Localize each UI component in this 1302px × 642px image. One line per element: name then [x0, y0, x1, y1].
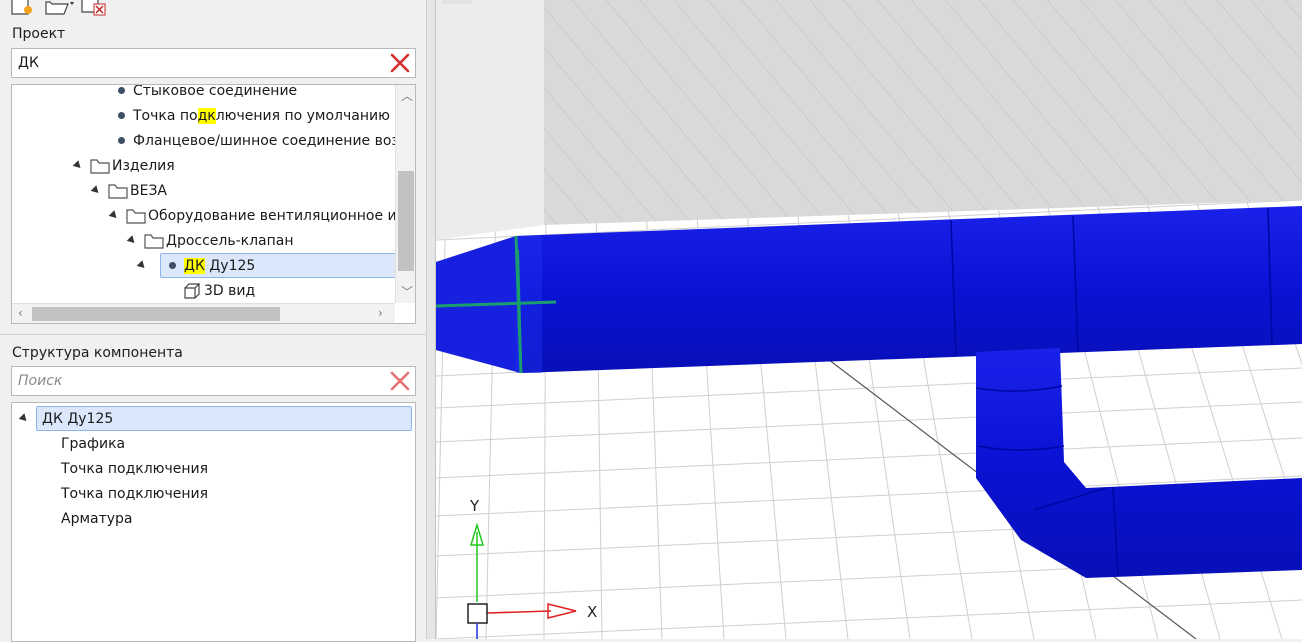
folder-icon: [90, 158, 110, 174]
structure-child-item[interactable]: Точка подключения: [61, 456, 208, 481]
structure-label: Структура компонента: [12, 345, 183, 361]
expand-arrow-wrapper[interactable]: [136, 253, 154, 278]
project-tree-item[interactable]: Изделия: [72, 153, 175, 178]
structure-root-row[interactable]: ДК Ду125: [18, 406, 412, 431]
cube-icon: [184, 282, 200, 299]
structure-child-item[interactable]: Точка подключения: [61, 481, 208, 506]
bullet-icon: [118, 112, 125, 119]
structure-root-label: ДК Ду125: [42, 410, 114, 427]
project-tree-item[interactable]: Точка подключения по умолчанию: [118, 103, 390, 128]
structure-search-clear-button[interactable]: [389, 371, 411, 391]
open-project-button[interactable]: [44, 0, 74, 16]
folder-icon: [144, 233, 164, 249]
structure-child-item[interactable]: Графика: [61, 431, 125, 456]
project-tree-item[interactable]: Фланцевое/шинное соединение возд: [118, 128, 409, 153]
project-tree-vscroll[interactable]: ︿ ﹀: [395, 85, 415, 303]
project-tree-hscroll[interactable]: ‹ ›: [12, 303, 395, 323]
project-tree-item[interactable]: ВЕЗА: [90, 178, 168, 203]
3d-scene: Y X: [436, 0, 1302, 639]
project-tree-item[interactable]: Оборудование вентиляционное и: [108, 203, 397, 228]
tree-item-label: 3D вид: [204, 282, 256, 299]
project-tree-item[interactable]: Дроссель-клапан: [126, 228, 294, 253]
tree-item-label: ДК Ду125: [184, 257, 256, 274]
tree-item-label: Стыковое соединение: [133, 84, 298, 99]
project-label: Проект: [12, 26, 66, 42]
axis-y-label: Y: [469, 497, 480, 515]
folder-icon: [126, 208, 146, 224]
expand-arrow-icon: [108, 210, 120, 221]
project-tree-item[interactable]: ДК Ду125: [160, 253, 400, 278]
expand-arrow-icon: [90, 185, 102, 196]
structure-child-label: Точка подключения: [61, 460, 209, 477]
bullet-icon: [169, 262, 176, 269]
structure-search-box: [11, 366, 416, 396]
folder-icon: [108, 183, 128, 199]
new-project-button[interactable]: [8, 0, 34, 16]
panel-separator: [0, 334, 426, 335]
clear-icon: [390, 53, 410, 73]
project-tree-item[interactable]: 3D вид: [182, 278, 255, 303]
project-search-box: [11, 48, 416, 78]
3d-viewport[interactable]: Y X: [436, 0, 1302, 639]
open-folder-icon: [45, 1, 74, 15]
tree-item-label: Точка подключения по умолчанию: [133, 107, 390, 124]
structure-tree[interactable]: ДК Ду125 Графика Точка подключения Точка…: [11, 402, 416, 642]
vscroll-thumb[interactable]: [398, 171, 414, 271]
tree-item-label: ВЕЗА: [130, 182, 168, 199]
axis-x-label: X: [587, 603, 597, 621]
tree-item-label: Оборудование вентиляционное и: [148, 207, 397, 224]
clear-icon: [390, 371, 410, 391]
expand-arrow-icon: [18, 413, 30, 424]
panel-splitter[interactable]: [426, 0, 436, 639]
tree-item-label: Дроссель-клапан: [166, 232, 294, 249]
structure-root-item[interactable]: ДК Ду125: [36, 406, 412, 431]
expand-arrow-icon: [72, 160, 84, 171]
project-search-input[interactable]: [18, 53, 378, 73]
structure-child-item[interactable]: Арматура: [61, 506, 133, 531]
project-tree-item[interactable]: Стыковое соединение: [118, 84, 298, 103]
tree-item-label: Изделия: [112, 157, 175, 174]
left-panel: Проект Стыковое соединение Точка подключе…: [0, 0, 426, 642]
expand-arrow-icon: [136, 260, 148, 271]
structure-child-label: Точка подключения: [61, 485, 209, 502]
project-toolbar: [8, 0, 106, 18]
project-search-clear-button[interactable]: [389, 53, 411, 73]
structure-child-label: Графика: [61, 435, 126, 452]
bullet-icon: [118, 137, 125, 144]
structure-search-input[interactable]: [18, 371, 378, 391]
structure-child-label: Арматура: [61, 510, 133, 527]
expand-arrow-icon: [126, 235, 138, 246]
project-tree[interactable]: Стыковое соединение Точка подключения по …: [11, 84, 416, 324]
new-project-icon: [11, 0, 32, 15]
bullet-icon: [118, 87, 125, 94]
tree-item-label: Фланцевое/шинное соединение возд: [133, 132, 409, 149]
hscroll-thumb[interactable]: [32, 307, 280, 321]
close-project-button[interactable]: [80, 0, 106, 16]
close-project-icon: [81, 0, 106, 16]
